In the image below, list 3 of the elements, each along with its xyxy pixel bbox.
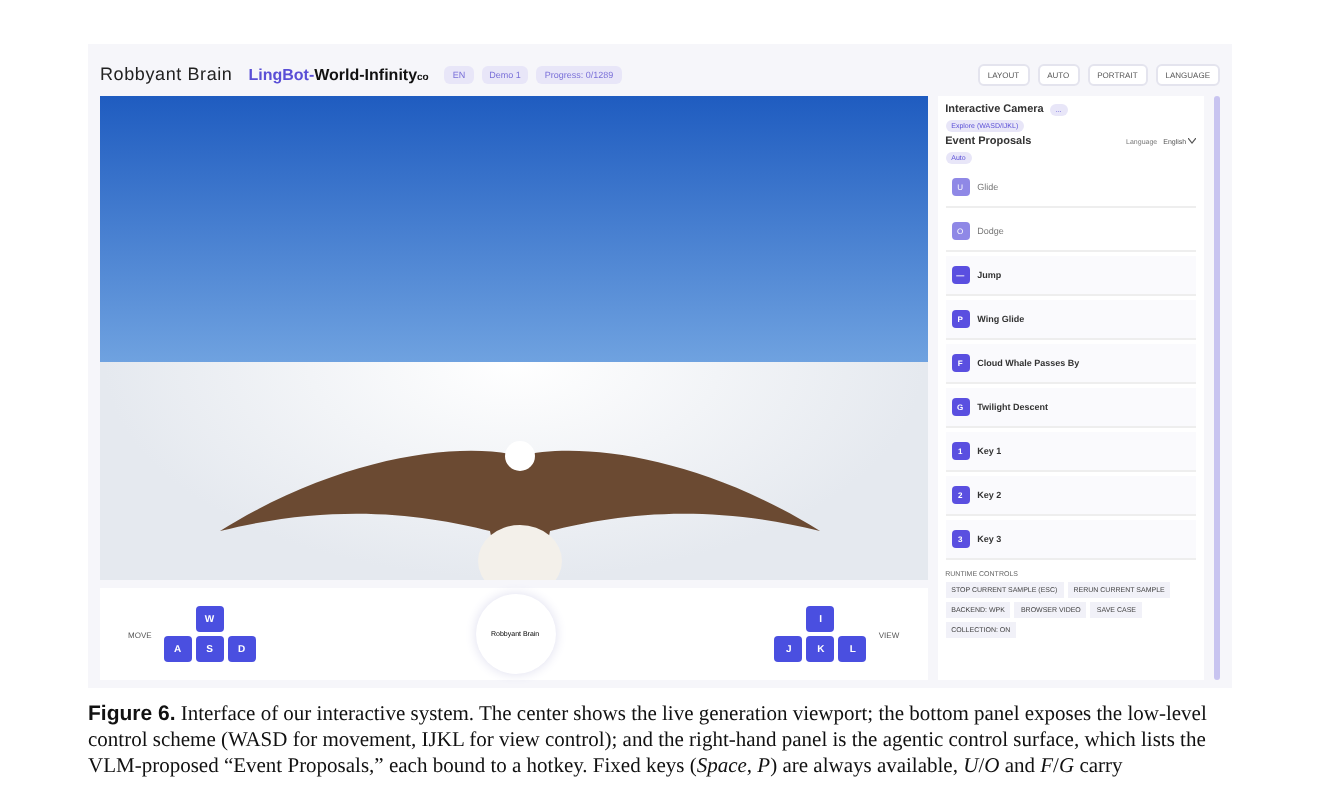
chevron-down-icon	[1188, 138, 1197, 144]
brand-logo: Robbyant Brain	[100, 64, 233, 84]
figure-caption: Figure 6. Interface of our interactive system. The center shows the live generation viewport; the bottom panel exposes the low-level control scheme (WASD for movement, IJKL for view control); and the right-hand panel is the agentic control surface, which lists the VLM-proposed “Event Proposals,” each bound to a hotkey. Fixed keys (Space, P) are always available, U/O and F/G carry	[88, 702, 1209, 780]
